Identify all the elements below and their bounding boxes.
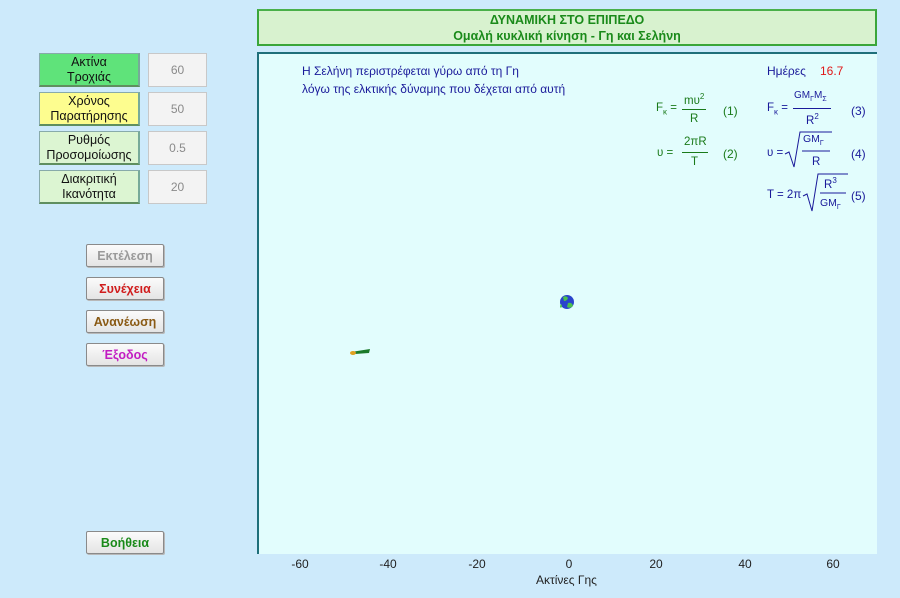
param-label-simulation-rate: Ρυθμός Προσομοίωσης — [39, 131, 140, 165]
refresh-button[interactable]: Ανανέωση — [86, 310, 164, 333]
x-axis-label: Ακτίνες Γης — [536, 573, 597, 587]
help-button[interactable]: Βοήθεια — [86, 531, 164, 554]
resolution-field[interactable]: 20 — [148, 170, 207, 204]
x-tick-label: 0 — [565, 557, 573, 571]
param-label-observation-time: Χρόνος Παρατήρησης — [39, 92, 140, 126]
param-label-text: Ακτίνα — [71, 54, 107, 69]
param-label-text: Προσομοίωσης — [46, 147, 132, 162]
orbit-radius-field[interactable]: 60 — [148, 53, 207, 87]
x-tick-label: -20 — [468, 557, 486, 571]
continue-button[interactable]: Συνέχεια — [86, 277, 164, 300]
run-button[interactable]: Εκτέλεση — [86, 244, 164, 267]
x-tick-label: -60 — [291, 557, 309, 571]
x-tick-label: 60 — [826, 557, 840, 571]
param-label-orbit-radius: Ακτίνα Τροχιάς — [39, 53, 140, 87]
earth-icon — [560, 295, 574, 309]
param-label-text: Ικανότητα — [62, 186, 116, 201]
param-label-text: Τροχιάς — [67, 69, 111, 84]
param-label-text: Διακριτική — [61, 171, 117, 186]
simulation-rate-field[interactable]: 0.5 — [148, 131, 207, 165]
orbit-scene — [350, 295, 574, 355]
header-panel: ΔΥΝΑΜΙΚΗ ΣΤΟ ΕΠΙΠΕΔΟ Ομαλή κυκλική κίνησ… — [257, 9, 877, 46]
x-tick-label: -40 — [379, 557, 397, 571]
exit-button[interactable]: Έξοδος — [86, 343, 164, 366]
param-label-text: Παρατήρησης — [50, 108, 128, 123]
x-tick-label: 20 — [649, 557, 663, 571]
moon-icon — [350, 349, 370, 355]
page-subtitle: Ομαλή κυκλική κίνηση - Γη και Σελήνη — [453, 29, 681, 43]
param-label-resolution: Διακριτική Ικανότητα — [39, 170, 140, 204]
param-label-text: Χρόνος — [68, 93, 110, 108]
page-title: ΔΥΝΑΜΙΚΗ ΣΤΟ ΕΠΙΠΕΔΟ — [489, 13, 645, 27]
observation-time-field[interactable]: 50 — [148, 92, 207, 126]
param-label-text: Ρυθμός — [67, 132, 111, 147]
x-tick-label: 40 — [738, 557, 752, 571]
